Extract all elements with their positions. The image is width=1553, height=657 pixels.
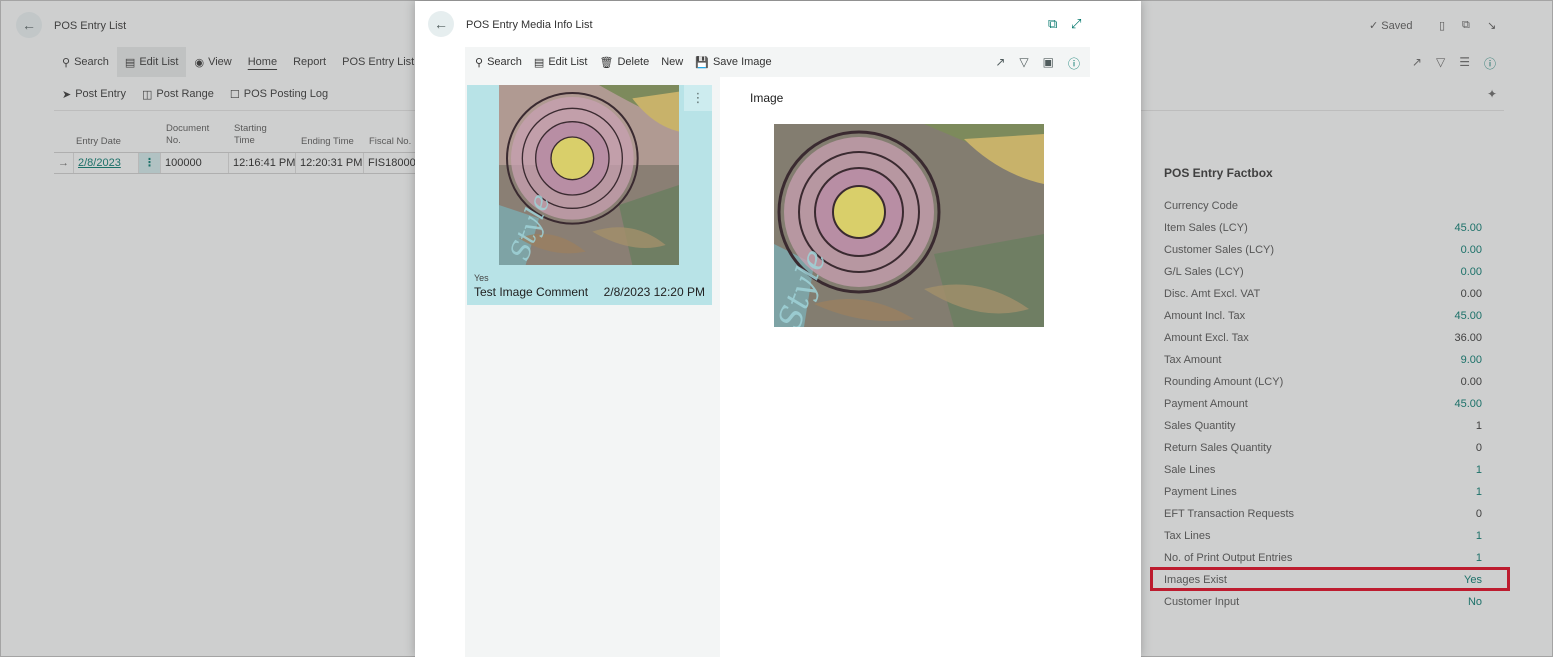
dialog-body: Style ⋮ Yes Test Image Comment 2/8/2023 … [465, 77, 1090, 657]
filter-icon[interactable]: ▽ [1019, 55, 1028, 72]
expand-icon[interactable]: ⤢ [1071, 16, 1081, 32]
open-new-window-icon[interactable]: ⧉ [1048, 16, 1057, 32]
share-icon[interactable]: ↗ [995, 55, 1005, 72]
new-button[interactable]: New [655, 47, 689, 77]
media-thumbnail[interactable]: Style [499, 85, 679, 265]
card-comment: Test Image Comment [474, 285, 589, 299]
save-icon: 💾 [695, 56, 709, 69]
dialog-edit-list-button[interactable]: ▤ Edit List [528, 47, 594, 77]
save-image-button[interactable]: 💾 Save Image [689, 47, 777, 77]
media-image-preview[interactable]: Style [774, 124, 1044, 327]
trash-icon: 🗑 [599, 56, 614, 69]
card-datetime: 2/8/2023 12:20 PM [603, 285, 705, 299]
tile-view-icon[interactable]: ▣ [1043, 55, 1054, 72]
dreamcatcher-image: Style [774, 124, 1044, 327]
image-pane: Image Style [720, 77, 1090, 657]
dialog-title: POS Entry Media Info List [466, 19, 593, 31]
delete-button[interactable]: 🗑 Delete [593, 47, 655, 77]
media-card[interactable]: Style ⋮ Yes Test Image Comment 2/8/2023 … [467, 85, 712, 305]
dialog-back-button[interactable]: ← [428, 11, 454, 37]
card-menu-icon[interactable]: ⋮ [684, 85, 712, 111]
image-label: Image [750, 91, 784, 105]
card-flag: Yes [474, 273, 489, 283]
dialog-toolbar: ⚲ Search ▤ Edit List 🗑 Delete New 💾 Save Ima… [465, 47, 1090, 77]
media-list-pane: Style ⋮ Yes Test Image Comment 2/8/2023 … [465, 77, 720, 657]
dialog-search-button[interactable]: ⚲ Search [469, 47, 528, 77]
info-icon[interactable]: ⓘ [1068, 55, 1080, 72]
edit-list-icon: ▤ [533, 56, 545, 69]
dreamcatcher-image: Style [499, 85, 679, 265]
arrow-left-icon: ← [434, 16, 448, 32]
media-info-dialog: ← POS Entry Media Info List ⧉ ⤢ ⚲ Search … [415, 1, 1141, 657]
search-icon: ⚲ [475, 56, 484, 69]
